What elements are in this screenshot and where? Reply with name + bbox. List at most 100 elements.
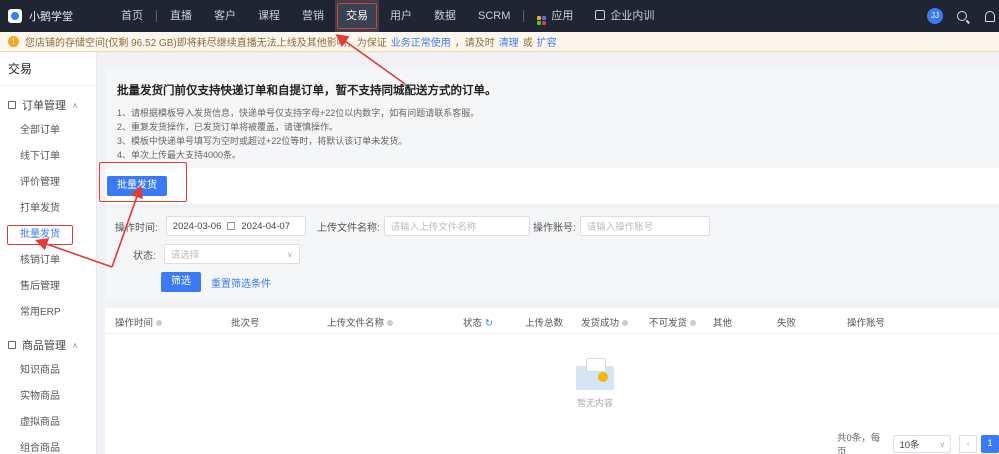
- time-label: 操作时间:: [115, 222, 158, 234]
- sidebar-group-label: 订单管理: [22, 100, 66, 112]
- empty-text: 暂无内容: [576, 398, 613, 408]
- sidebar-title: 交易: [0, 52, 96, 86]
- notice-or: 或: [522, 38, 533, 49]
- avatar[interactable]: JJ: [927, 8, 943, 24]
- sidebar-item-bundle-products[interactable]: 组合商品: [0, 436, 96, 454]
- refresh-icon[interactable]: ↻: [485, 318, 493, 329]
- sidebar-item-physical-products[interactable]: 实物商品: [0, 384, 96, 410]
- sidebar-item-knowledge-products[interactable]: 知识商品: [0, 358, 96, 384]
- action-bar: 批量发货: [99, 162, 999, 204]
- product-icon: [8, 341, 16, 349]
- nav-item-enterprise[interactable]: 企业内训: [584, 0, 665, 32]
- pager-total: 共0条，每页: [837, 433, 881, 454]
- apps-grid-icon: [537, 16, 547, 25]
- sort-icon: [622, 320, 629, 326]
- calendar-icon: [227, 222, 236, 230]
- instructions-title: 批量发货门前仅支持快递订单和自提订单，暂不支持同城配送方式的订单。: [117, 85, 497, 97]
- status-label: 状态:: [133, 250, 156, 262]
- column-header[interactable]: 状态 ↻: [463, 315, 493, 329]
- reset-filter-link[interactable]: 重置筛选条件: [211, 275, 271, 290]
- sidebar: 交易 订单管理 ∧ 全部订单 线下订单 评价管理 打单发货 批量发货 核销订单 …: [0, 52, 97, 454]
- column-header: 失败: [777, 318, 797, 329]
- column-header: 不可发货: [649, 315, 697, 329]
- sidebar-group-label: 商品管理: [22, 340, 66, 352]
- sort-icon: [156, 320, 163, 326]
- instruction-line: 1、请根据模板导入发货信息，快递单号仅支持字母+22位以内数字，如有问题请联系客…: [117, 108, 480, 118]
- sort-icon: [387, 320, 394, 326]
- instruction-line: 4、单次上传最大支持4000条。: [117, 150, 242, 160]
- main-nav: 首页 直播 客户 课程 营销 交易 用户 数据 SCRM 应用 企业内训: [110, 0, 665, 32]
- sidebar-item-erp[interactable]: 常用ERP: [0, 300, 96, 326]
- file-name-label: 上传文件名称:: [317, 222, 380, 234]
- logo-icon: [8, 9, 22, 23]
- sidebar-item-batch-ship[interactable]: 批量发货: [0, 222, 96, 248]
- file-name-placeholder: 请输入上传文件名称: [390, 222, 477, 233]
- operator-input[interactable]: 请输入操作账号: [579, 216, 710, 236]
- filter-actions: 筛选 重置筛选条件: [161, 272, 271, 292]
- nav-apps-label: 应用: [551, 10, 574, 22]
- sidebar-item-virtual-products[interactable]: 虚拟商品: [0, 410, 96, 436]
- date-end: 2024-04-07: [241, 220, 290, 232]
- empty-state: 暂无内容: [565, 356, 625, 409]
- sidebar-item-all-orders[interactable]: 全部订单: [0, 118, 96, 144]
- status-select[interactable]: 请选择 ∨: [163, 244, 300, 264]
- sidebar-item-offline-orders[interactable]: 线下订单: [0, 144, 96, 170]
- column-header: 上传总数: [525, 318, 564, 329]
- nav-item-users[interactable]: 用户: [379, 0, 423, 32]
- nav-item-marketing[interactable]: 营销: [291, 0, 335, 32]
- nav-item-home[interactable]: 首页: [110, 0, 154, 32]
- sidebar-group-products[interactable]: 商品管理 ∧: [0, 332, 96, 358]
- notice-link-business[interactable]: 业务正常使用: [391, 34, 451, 49]
- nav-item-trade[interactable]: 交易: [335, 0, 379, 32]
- date-start: 2024-03-06: [172, 220, 222, 232]
- date-range-picker[interactable]: 2024-03-06 2024-04-07: [165, 216, 306, 236]
- chevron-up-icon: ∧: [72, 340, 78, 350]
- nav-item-courses[interactable]: 课程: [247, 0, 291, 32]
- search-icon[interactable]: [957, 11, 967, 21]
- column-header[interactable]: 操作时间: [115, 315, 163, 329]
- nav-divider: [156, 10, 157, 22]
- page-size-select[interactable]: 10条 ∨: [893, 435, 952, 453]
- order-icon: [8, 101, 16, 109]
- nav-item-live[interactable]: 直播: [159, 0, 203, 32]
- top-right-tools: JJ: [927, 0, 999, 32]
- sidebar-item-print-ship[interactable]: 打单发货: [0, 196, 96, 222]
- instructions-panel: 批量发货门前仅支持快递订单和自提订单，暂不支持同城配送方式的订单。 1、请根据模…: [105, 68, 999, 168]
- notice-text: 您店铺的存储空间(仅剩 96.52 GB)即将耗尽继续直播无法上线及其他影响，为…: [25, 38, 387, 49]
- empty-box-icon: [572, 356, 618, 392]
- chevron-up-icon: ∧: [72, 100, 78, 110]
- filter-operator-row: 操作账号: 请输入操作账号: [533, 216, 710, 236]
- sidebar-group-orders[interactable]: 订单管理 ∧: [0, 92, 96, 118]
- filter-button[interactable]: 筛选: [161, 272, 201, 292]
- chevron-down-icon: ∨: [286, 249, 293, 259]
- column-header: 发货成功: [581, 315, 629, 329]
- filter-status-row: 状态: 请选择 ∨: [133, 244, 300, 264]
- operator-placeholder: 请输入操作账号: [586, 222, 654, 233]
- sidebar-item-reviews[interactable]: 评价管理: [0, 170, 96, 196]
- brand[interactable]: 小鹅学堂: [0, 8, 110, 24]
- storage-warning-banner: ! 您店铺的存储空间(仅剩 96.52 GB)即将耗尽继续直播无法上线及其他影响…: [0, 32, 999, 52]
- nav-enterprise-label: 企业内训: [610, 10, 655, 22]
- bell-icon[interactable]: [985, 10, 995, 22]
- nav-item-data[interactable]: 数据: [423, 0, 467, 32]
- column-header: 其他: [713, 318, 733, 329]
- status-placeholder: 请选择: [170, 250, 200, 261]
- notice-link-expand[interactable]: 扩容: [537, 34, 557, 49]
- nav-item-scrm[interactable]: SCRM: [467, 0, 521, 32]
- file-name-input[interactable]: 请输入上传文件名称: [383, 216, 530, 236]
- sidebar-item-after-sales[interactable]: 售后管理: [0, 274, 96, 300]
- nav-item-apps[interactable]: 应用: [526, 0, 584, 32]
- filter-time-row: 操作时间: 2024-03-06 2024-04-07: [115, 216, 306, 236]
- notice-mid: ，请及时: [454, 38, 495, 49]
- top-nav: 小鹅学堂 首页 直播 客户 课程 营销 交易 用户 数据 SCRM 应用 企业内…: [0, 0, 999, 32]
- sidebar-item-verify-orders[interactable]: 核销订单: [0, 248, 96, 274]
- sort-icon: [690, 320, 697, 326]
- batch-ship-button[interactable]: 批量发货: [107, 176, 167, 196]
- prev-page-button[interactable]: ‹: [959, 435, 978, 453]
- chevron-down-icon: ∨: [939, 439, 946, 449]
- current-page[interactable]: 1: [981, 435, 999, 453]
- main-content: 批量发货门前仅支持快递订单和自提订单，暂不支持同城配送方式的订单。 1、请根据模…: [99, 68, 999, 454]
- notice-link-cleanup[interactable]: 清理: [499, 34, 519, 49]
- pagination: 共0条，每页 10条 ∨ ‹ 1: [837, 430, 999, 454]
- nav-item-customers[interactable]: 客户: [203, 0, 247, 32]
